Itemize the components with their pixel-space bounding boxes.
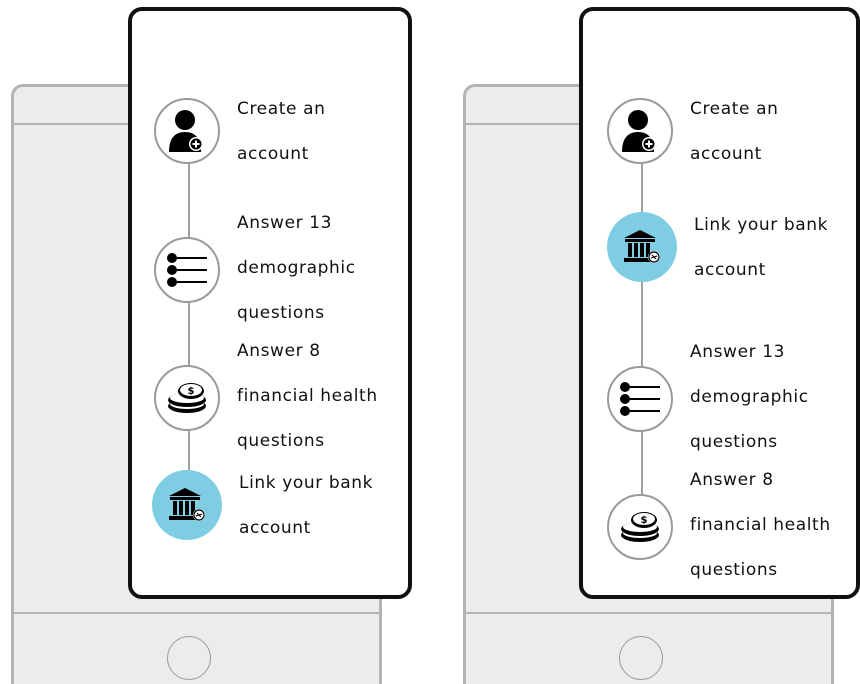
phone-bottom-bezel	[466, 612, 831, 684]
step-label: Answer 8 financial health questions	[690, 469, 831, 580]
step-create-account: Create an account	[607, 75, 778, 188]
coins-icon-circle: $	[607, 493, 673, 560]
left-onboarding-card: Create an account Answer 13 demographic …	[128, 7, 412, 599]
step-label: Create an account	[690, 98, 779, 164]
phone-bottom-bezel	[14, 612, 379, 684]
coins-icon: $	[621, 511, 659, 542]
add-user-icon-circle	[607, 98, 673, 165]
step-create-account: Create an account	[154, 75, 325, 188]
add-user-icon-circle	[154, 98, 220, 165]
step-label: Create an account	[237, 98, 326, 164]
coins-icon-circle: $	[154, 364, 220, 431]
bank-icon-circle-active	[607, 212, 677, 283]
bank-icon-circle-active	[152, 470, 222, 541]
list-icon-circle	[154, 236, 220, 303]
svg-text:$: $	[641, 515, 648, 526]
home-button[interactable]	[619, 636, 663, 680]
right-onboarding-card: Create an account Link your bank account…	[579, 7, 860, 599]
list-icon-circle	[607, 365, 673, 432]
bank-icon	[169, 488, 205, 522]
step-financial-questions: $ Answer 8 financial health questions	[607, 450, 831, 604]
home-button[interactable]	[167, 636, 211, 680]
svg-text:$: $	[188, 386, 195, 397]
step-link-bank: Link your bank account	[607, 191, 828, 304]
step-label: Link your bank account	[694, 214, 829, 280]
right-step-list: Create an account Link your bank account…	[583, 11, 856, 595]
add-user-icon	[622, 110, 656, 153]
list-icon	[620, 381, 660, 416]
bank-icon	[624, 230, 660, 264]
add-user-icon	[169, 110, 203, 153]
coins-icon: $	[168, 382, 206, 413]
step-link-bank: Link your bank account	[152, 449, 373, 562]
left-step-list: Create an account Answer 13 demographic …	[132, 11, 408, 595]
list-icon	[167, 252, 207, 287]
step-label: Link your bank account	[239, 472, 374, 538]
